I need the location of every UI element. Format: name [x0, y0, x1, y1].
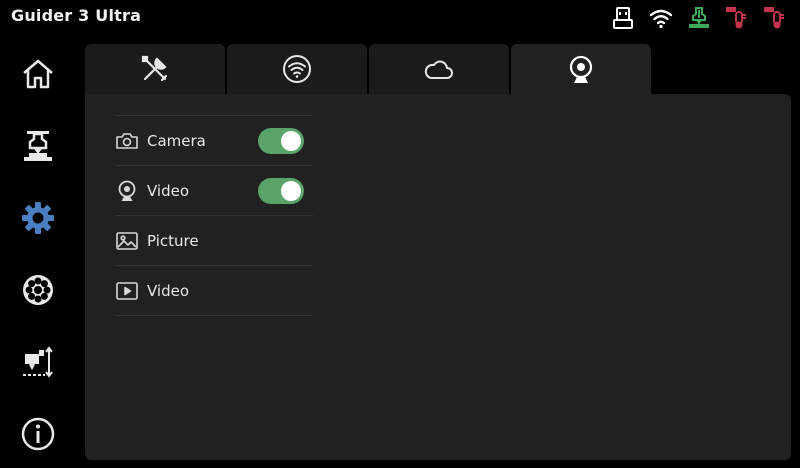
tools-icon [141, 55, 168, 82]
camera-toggle[interactable] [258, 128, 304, 154]
status-bar [598, 5, 788, 31]
printer-nozzle-icon [24, 131, 52, 161]
video-library-row[interactable]: Video [115, 266, 313, 316]
video-stream-toggle-knob [281, 181, 301, 201]
filament-spool-icon [23, 275, 53, 305]
gear-icon [22, 202, 54, 234]
bed-temperature-icon[interactable] [724, 5, 750, 31]
leveling-icon [23, 346, 53, 378]
wifi-circle-icon [283, 55, 311, 83]
video-library-label: Video [147, 281, 190, 300]
camera-settings-list: Camera Video Picture Video [115, 115, 313, 316]
tab-network[interactable] [227, 44, 367, 94]
camera-row[interactable]: Camera [115, 116, 313, 166]
tab-camera[interactable] [511, 44, 651, 95]
sidebar-item-settings[interactable] [18, 198, 58, 238]
sidebar-item-print[interactable] [18, 126, 58, 166]
home-icon [23, 59, 53, 89]
sidebar-item-filament[interactable] [18, 270, 58, 310]
webcam-icon [115, 179, 139, 203]
sidebar [0, 40, 76, 468]
video-stream-toggle[interactable] [258, 178, 304, 204]
picture-label: Picture [147, 231, 199, 250]
camera-icon [115, 129, 139, 153]
chamber-temperature-icon[interactable] [762, 5, 788, 31]
webcam-icon [569, 55, 593, 83]
camera-settings-panel: Camera Video Picture Video [85, 94, 791, 460]
cloud-icon [424, 60, 453, 79]
wifi-icon[interactable] [648, 5, 674, 31]
tab-cloud[interactable] [369, 44, 509, 94]
camera-toggle-knob [281, 131, 301, 151]
sidebar-item-home[interactable] [18, 54, 58, 94]
picture-icon [115, 229, 139, 253]
nozzle-temperature-icon[interactable] [686, 5, 712, 31]
sidebar-item-info[interactable] [18, 414, 58, 454]
play-icon [115, 279, 139, 303]
picture-row[interactable]: Picture [115, 216, 313, 266]
usb-drive-icon[interactable] [610, 5, 636, 31]
camera-label: Camera [147, 131, 206, 150]
video-stream-row[interactable]: Video [115, 166, 313, 216]
info-icon [21, 417, 55, 451]
video-stream-label: Video [147, 181, 190, 200]
sidebar-item-calibration[interactable] [18, 342, 58, 382]
app-title: Guider 3 Ultra [11, 6, 142, 25]
tab-tools[interactable] [85, 44, 225, 94]
